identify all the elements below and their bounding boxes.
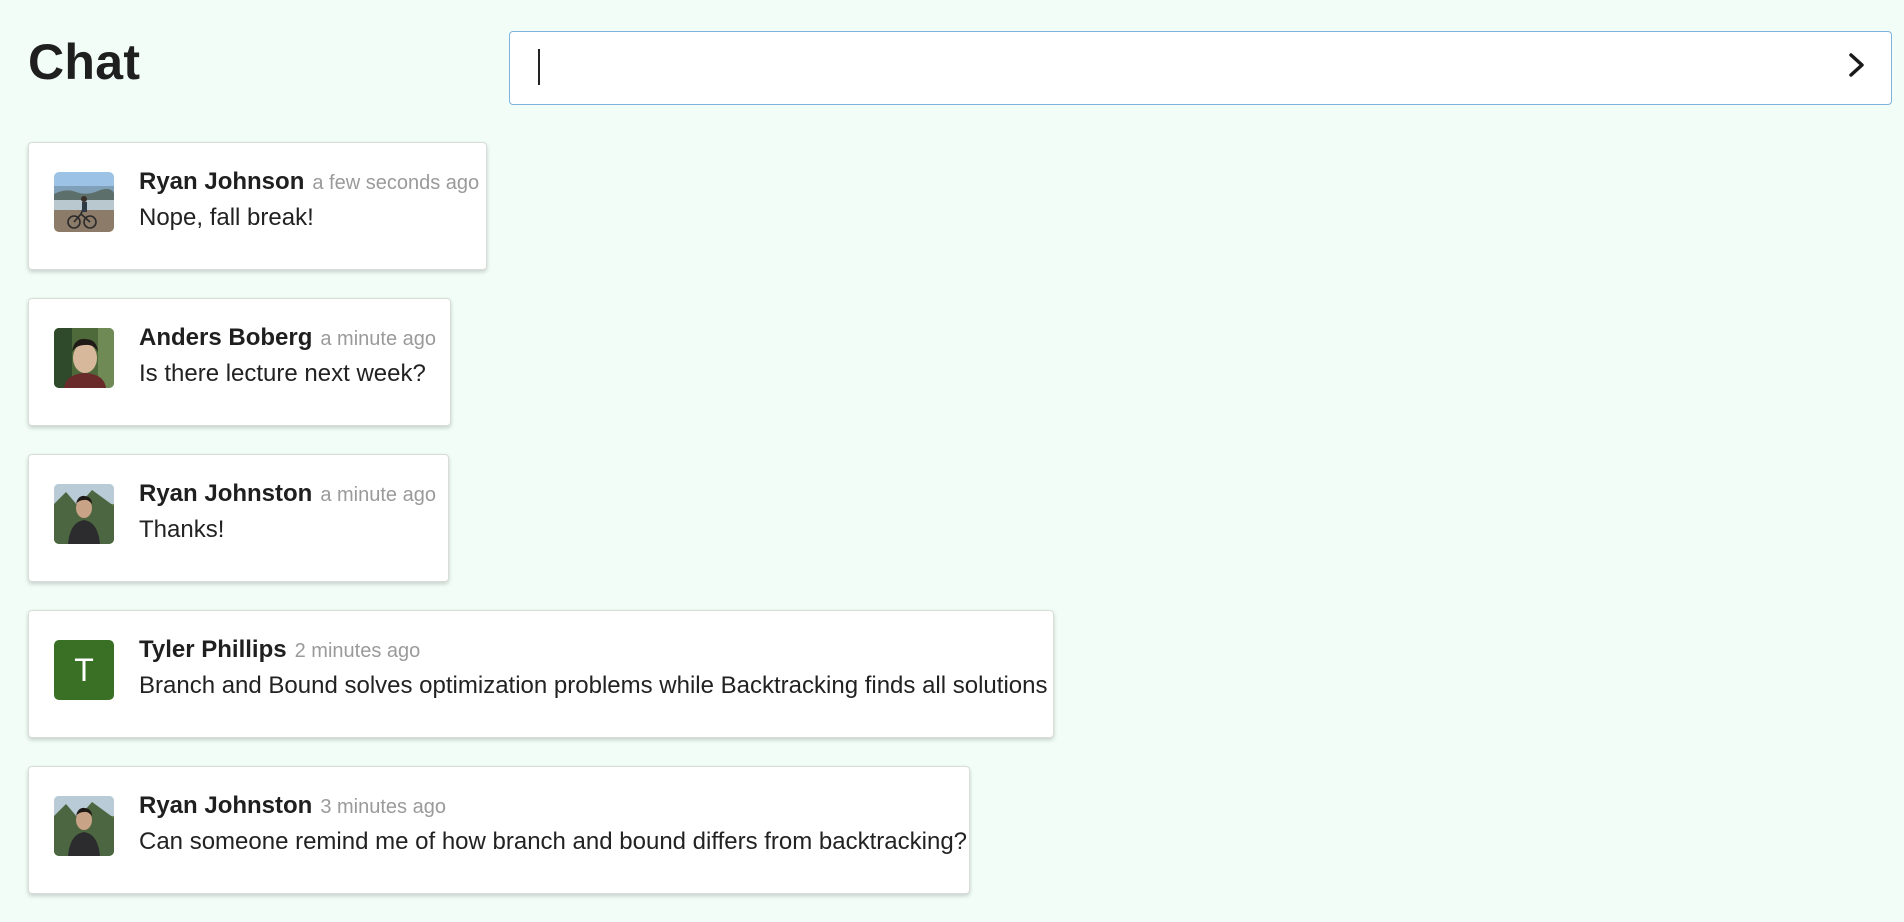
outdoor-portrait-photo-icon	[54, 796, 114, 856]
message-composer[interactable]	[509, 31, 1892, 105]
avatar-initial: T	[54, 640, 114, 700]
message-text: Thanks!	[139, 516, 225, 543]
message-header: Ryan Johnston a minute ago	[139, 479, 436, 512]
message-card: Ryan Johnston a minute ago Thanks!	[28, 454, 449, 582]
outdoor-portrait-photo-icon	[54, 484, 114, 544]
beach-photo-icon	[54, 172, 114, 232]
message-timestamp: 2 minutes ago	[294, 640, 421, 662]
message-author[interactable]: Ryan Johnson	[139, 168, 304, 195]
message-author[interactable]: Tyler Phillips	[139, 636, 287, 663]
message-input[interactable]	[538, 32, 1818, 103]
message-timestamp: a minute ago	[320, 484, 436, 506]
message-author[interactable]: Ryan Johnston	[139, 480, 312, 507]
chat-page: Chat Ryan Johnson a few seconds ago Nope…	[0, 0, 1904, 922]
avatar[interactable]	[54, 484, 114, 544]
message-text: Branch and Bound solves optimization pro…	[139, 672, 1048, 699]
message-header: Anders Boberg a minute ago	[139, 323, 436, 356]
avatar[interactable]	[54, 172, 114, 232]
send-button[interactable]	[1837, 47, 1877, 87]
message-card: Ryan Johnston 3 minutes ago Can someone r…	[28, 766, 970, 894]
message-card: T Tyler Phillips 2 minutes ago Branch and…	[28, 610, 1054, 738]
message-header: Ryan Johnson a few seconds ago	[139, 167, 479, 200]
avatar[interactable]: T	[54, 640, 114, 700]
text-caret	[538, 49, 540, 85]
message-author[interactable]: Anders Boberg	[139, 324, 312, 351]
portrait-photo-icon	[54, 328, 114, 388]
message-text: Nope, fall break!	[139, 204, 314, 231]
avatar[interactable]	[54, 796, 114, 856]
avatar[interactable]	[54, 328, 114, 388]
page-title: Chat	[28, 34, 141, 90]
message-author[interactable]: Ryan Johnston	[139, 792, 312, 819]
message-header: Tyler Phillips 2 minutes ago	[139, 635, 420, 668]
message-text: Can someone remind me of how branch and …	[139, 828, 968, 855]
message-timestamp: a few seconds ago	[312, 172, 480, 194]
message-text: Is there lecture next week?	[139, 360, 426, 387]
message-timestamp: a minute ago	[320, 328, 436, 350]
message-card: Ryan Johnson a few seconds ago Nope, fall…	[28, 142, 487, 270]
message-timestamp: 3 minutes ago	[320, 796, 446, 818]
message-header: Ryan Johnston 3 minutes ago	[139, 791, 446, 824]
chevron-right-icon	[1845, 51, 1869, 84]
message-card: Anders Boberg a minute ago Is there lectu…	[28, 298, 451, 426]
